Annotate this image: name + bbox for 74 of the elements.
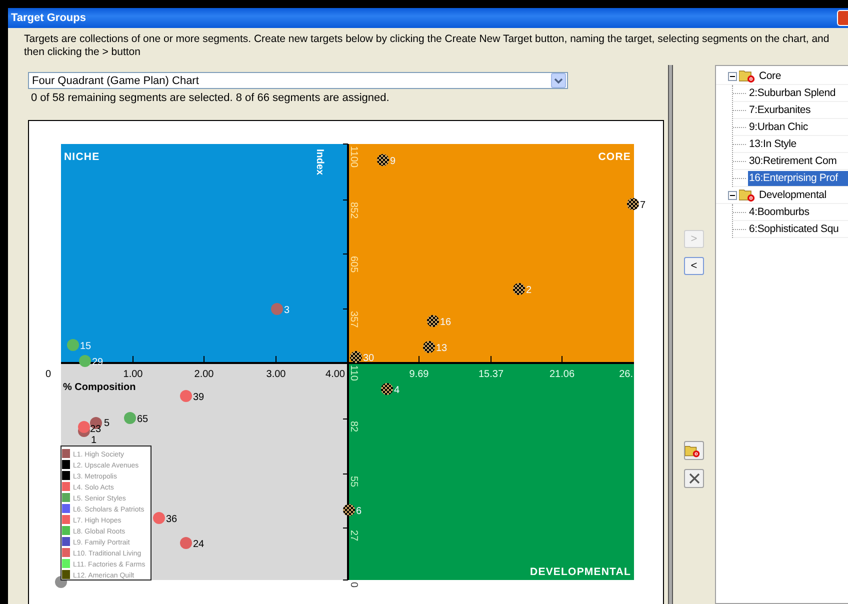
axis-tick-label: 55 xyxy=(348,476,359,488)
axis-tick-label: 0 xyxy=(348,582,359,588)
data-point[interactable] xyxy=(513,283,525,295)
data-point[interactable] xyxy=(423,341,435,353)
tree-item[interactable]: 30:Retirement Com xyxy=(748,154,838,168)
tree-item[interactable]: 16:Enterprising Prof xyxy=(748,170,848,186)
data-point[interactable] xyxy=(377,154,389,166)
point-label: 6 xyxy=(356,506,362,517)
point-label: 4 xyxy=(394,385,400,396)
tree-group[interactable]: Developmental xyxy=(758,188,828,202)
point-label: 3 xyxy=(284,305,290,316)
point-label: 30 xyxy=(363,353,374,364)
point-label: 1 xyxy=(91,435,97,446)
axis-tick-label: 82 xyxy=(348,421,359,432)
point-label: 65 xyxy=(137,414,148,425)
tree-item[interactable]: 7:Exurbanites xyxy=(748,102,812,118)
new-target-button[interactable] xyxy=(684,441,704,460)
axis-tick-label: 26. xyxy=(619,369,633,380)
tree-item[interactable]: 4:Boomburbs xyxy=(748,204,810,220)
point-label: 7 xyxy=(640,200,646,211)
quadrant-title: CORE xyxy=(598,151,631,163)
axis-tick-label: 2.00 xyxy=(194,369,214,380)
point-label: 15 xyxy=(80,341,92,352)
axis-tick-label: 27 xyxy=(348,530,359,542)
point-label: 23 xyxy=(90,424,102,435)
data-point[interactable] xyxy=(350,351,362,363)
axis-tick-label: 4.00 xyxy=(326,369,345,380)
point-label: 13 xyxy=(436,343,448,354)
axis-tick-label: 9.69 xyxy=(409,369,429,380)
close-button[interactable] xyxy=(837,10,848,26)
axis-tick-label: 110 xyxy=(348,365,359,381)
instructions-text: Targets are collections of one or more segments. Create new targets below by clicking the Create New Target button, naming the target, selecting segments on the chart, and then clicking the > button xyxy=(24,33,830,59)
move-button[interactable]: < xyxy=(684,257,704,275)
status-text: 0 of 58 remaining segments are selected. 8 of 66 segments are assigned. xyxy=(31,92,390,104)
point-label: 9 xyxy=(390,156,396,167)
delete-button[interactable] xyxy=(684,469,704,488)
folder-target-icon xyxy=(739,188,755,202)
tree-item[interactable]: 13:In Style xyxy=(748,136,798,152)
point-label: 36 xyxy=(166,514,178,525)
tree-item[interactable]: 6:Sophisticated Squ xyxy=(748,222,840,236)
data-point[interactable] xyxy=(627,198,639,210)
axis-tick-label: 3.00 xyxy=(266,369,286,380)
point-label: 16 xyxy=(440,317,452,328)
chart-type-dropdown[interactable]: Four Quadrant (Game Plan) Chart xyxy=(28,72,568,89)
point-label: 29 xyxy=(92,357,104,368)
collapse-icon[interactable] xyxy=(728,190,737,200)
collapse-icon[interactable] xyxy=(728,72,737,80)
axis-tick-label: 852 xyxy=(348,202,359,219)
axis-tick-label: 15.37 xyxy=(478,369,504,380)
point-label: 39 xyxy=(193,392,204,403)
data-point[interactable] xyxy=(381,383,393,395)
point-label: 2 xyxy=(526,285,532,296)
tree-item[interactable]: 2:Suburban Splend xyxy=(748,86,837,100)
axis-tick-label: 0 xyxy=(45,369,51,380)
quadrant-title: NICHE xyxy=(64,151,100,163)
axis-tick-label: 605 xyxy=(348,256,359,273)
axis-title: % Composition xyxy=(63,382,136,393)
folder-target-icon xyxy=(685,444,700,458)
data-point[interactable] xyxy=(343,504,355,516)
quadrant-title: DEVELOPMENTAL xyxy=(530,566,631,578)
axis-tick-label: 357 xyxy=(348,311,359,328)
point-label: 24 xyxy=(193,539,204,550)
axis-title: Index xyxy=(314,149,325,176)
tree-item[interactable]: 9:Urban Chic xyxy=(748,120,809,134)
target-tree[interactable]: Core 2:Suburban Splend 7:Exurbanites 9:Urban Chic 13:In Style 30:Retirement Com 16:Enterprising Prof Developmental 4:Boomburbs 6:Sophisticated Squ xyxy=(715,65,848,604)
point-label: 5 xyxy=(104,418,110,429)
axis-tick-label: 1100 xyxy=(348,146,359,168)
tree-group[interactable]: Core xyxy=(758,68,782,84)
axis-tick-label: 21.06 xyxy=(549,369,575,380)
window-title: Target Groups xyxy=(11,12,86,24)
data-point[interactable] xyxy=(427,315,439,327)
folder-target-icon xyxy=(739,69,755,83)
axis-tick-label: 1.00 xyxy=(123,369,143,380)
cross-icon xyxy=(688,473,700,484)
